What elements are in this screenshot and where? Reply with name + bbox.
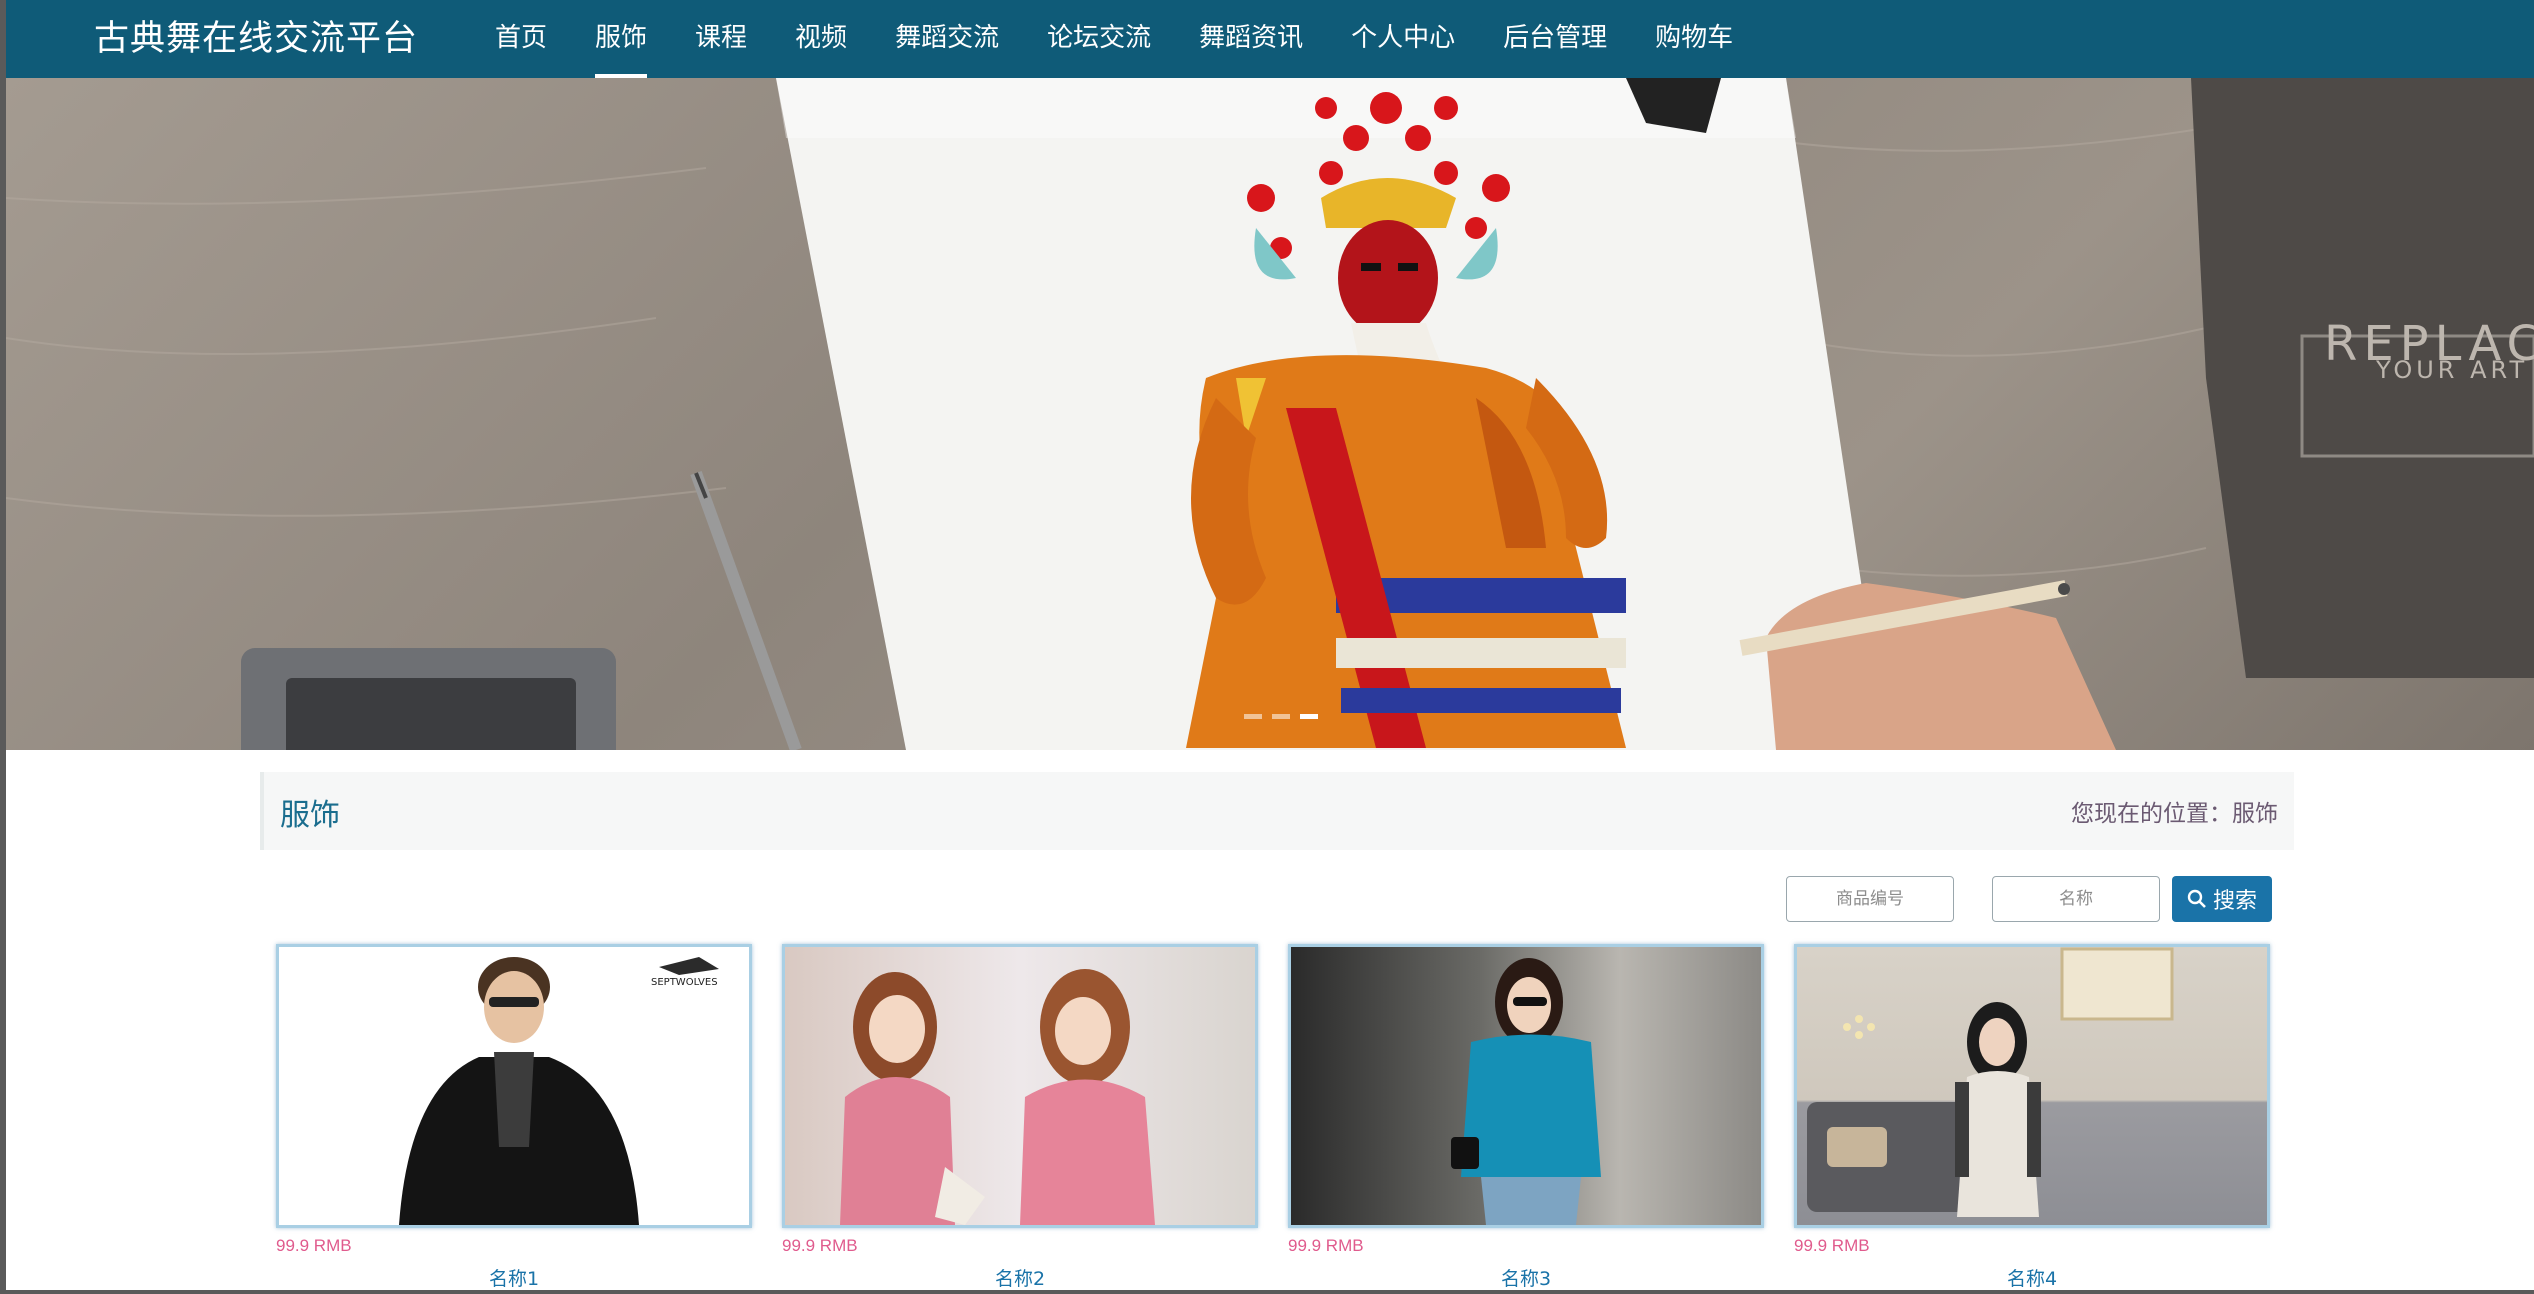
product-card: 99.9 RMB 名称2 <box>782 944 1258 1290</box>
hero-banner: REPLAC YOUR ART <box>6 78 2534 750</box>
breadcrumb: 您现在的位置：服饰 <box>2071 801 2278 827</box>
nav-item-courses[interactable]: 课程 <box>671 0 771 78</box>
drawing-hand <box>1739 580 2116 750</box>
product-name[interactable]: 名称3 <box>1288 1264 1764 1290</box>
carousel-dot[interactable] <box>1244 714 1262 719</box>
nav-item-admin[interactable]: 后台管理 <box>1479 0 1631 78</box>
search-button-label: 搜索 <box>2212 889 2257 914</box>
search-button[interactable]: 搜索 <box>2172 876 2272 922</box>
product-code-input[interactable] <box>1786 876 1954 922</box>
top-navbar: 古典舞在线交流平台 首页 服饰 课程 视频 舞蹈交流 论坛交流 舞蹈资讯 个人中心 后台管理 购物… <box>6 0 2534 78</box>
nav-item-cart[interactable]: 购物车 <box>1631 0 1757 78</box>
product-name-input[interactable] <box>1992 876 2160 922</box>
product-image[interactable]: SEPTWOLVES <box>276 944 752 1228</box>
brand-logo-icon <box>659 957 719 975</box>
banner-image: REPLAC YOUR ART <box>6 78 2534 750</box>
product-image[interactable] <box>782 944 1258 1228</box>
product-price: 99.9 RMB <box>782 1236 858 1255</box>
product-card: SEPTWOLVES 99.9 RMB 名称1 <box>276 944 752 1290</box>
nav-item-clothing[interactable]: 服饰 <box>571 0 671 78</box>
product-image[interactable] <box>1288 944 1764 1228</box>
page-title: 服饰 <box>280 798 340 833</box>
product-name[interactable]: 名称4 <box>1794 1264 2270 1290</box>
product-card: 99.9 RMB 名称3 <box>1288 944 1764 1290</box>
nav-item-personal-center[interactable]: 个人中心 <box>1327 0 1479 78</box>
notebook-text-2: YOUR ART <box>2375 356 2528 384</box>
product-price: 99.9 RMB <box>276 1236 352 1255</box>
search-bar: 搜索 <box>6 876 2534 922</box>
product-name[interactable]: 名称2 <box>782 1264 1258 1290</box>
product-price: 99.9 RMB <box>1288 1236 1364 1255</box>
site-brand[interactable]: 古典舞在线交流平台 <box>94 14 418 64</box>
section-header: 服饰 您现在的位置：服饰 <box>260 772 2294 850</box>
product-image[interactable] <box>1794 944 2270 1228</box>
nav-item-forum[interactable]: 论坛交流 <box>1023 0 1175 78</box>
nav-item-dance-exchange[interactable]: 舞蹈交流 <box>871 0 1023 78</box>
product-card: 99.9 RMB 名称4 <box>1794 944 2270 1290</box>
search-icon <box>2187 889 2206 908</box>
product-price: 99.9 RMB <box>1794 1236 1870 1255</box>
nav-menu: 首页 服饰 课程 视频 舞蹈交流 论坛交流 舞蹈资讯 个人中心 后台管理 购物车 <box>471 0 1757 78</box>
nav-item-dance-news[interactable]: 舞蹈资讯 <box>1175 0 1327 78</box>
carousel-indicators <box>1244 714 1318 719</box>
product-name[interactable]: 名称1 <box>276 1264 752 1290</box>
brand-logo-text: SEPTWOLVES <box>651 977 718 988</box>
nav-item-home[interactable]: 首页 <box>471 0 571 78</box>
carousel-dot[interactable] <box>1300 714 1318 719</box>
page: 古典舞在线交流平台 首页 服饰 课程 视频 舞蹈交流 论坛交流 舞蹈资讯 个人中心 后台管理 购物… <box>6 0 2534 1290</box>
carousel-dot[interactable] <box>1272 714 1290 719</box>
nav-item-videos[interactable]: 视频 <box>771 0 871 78</box>
